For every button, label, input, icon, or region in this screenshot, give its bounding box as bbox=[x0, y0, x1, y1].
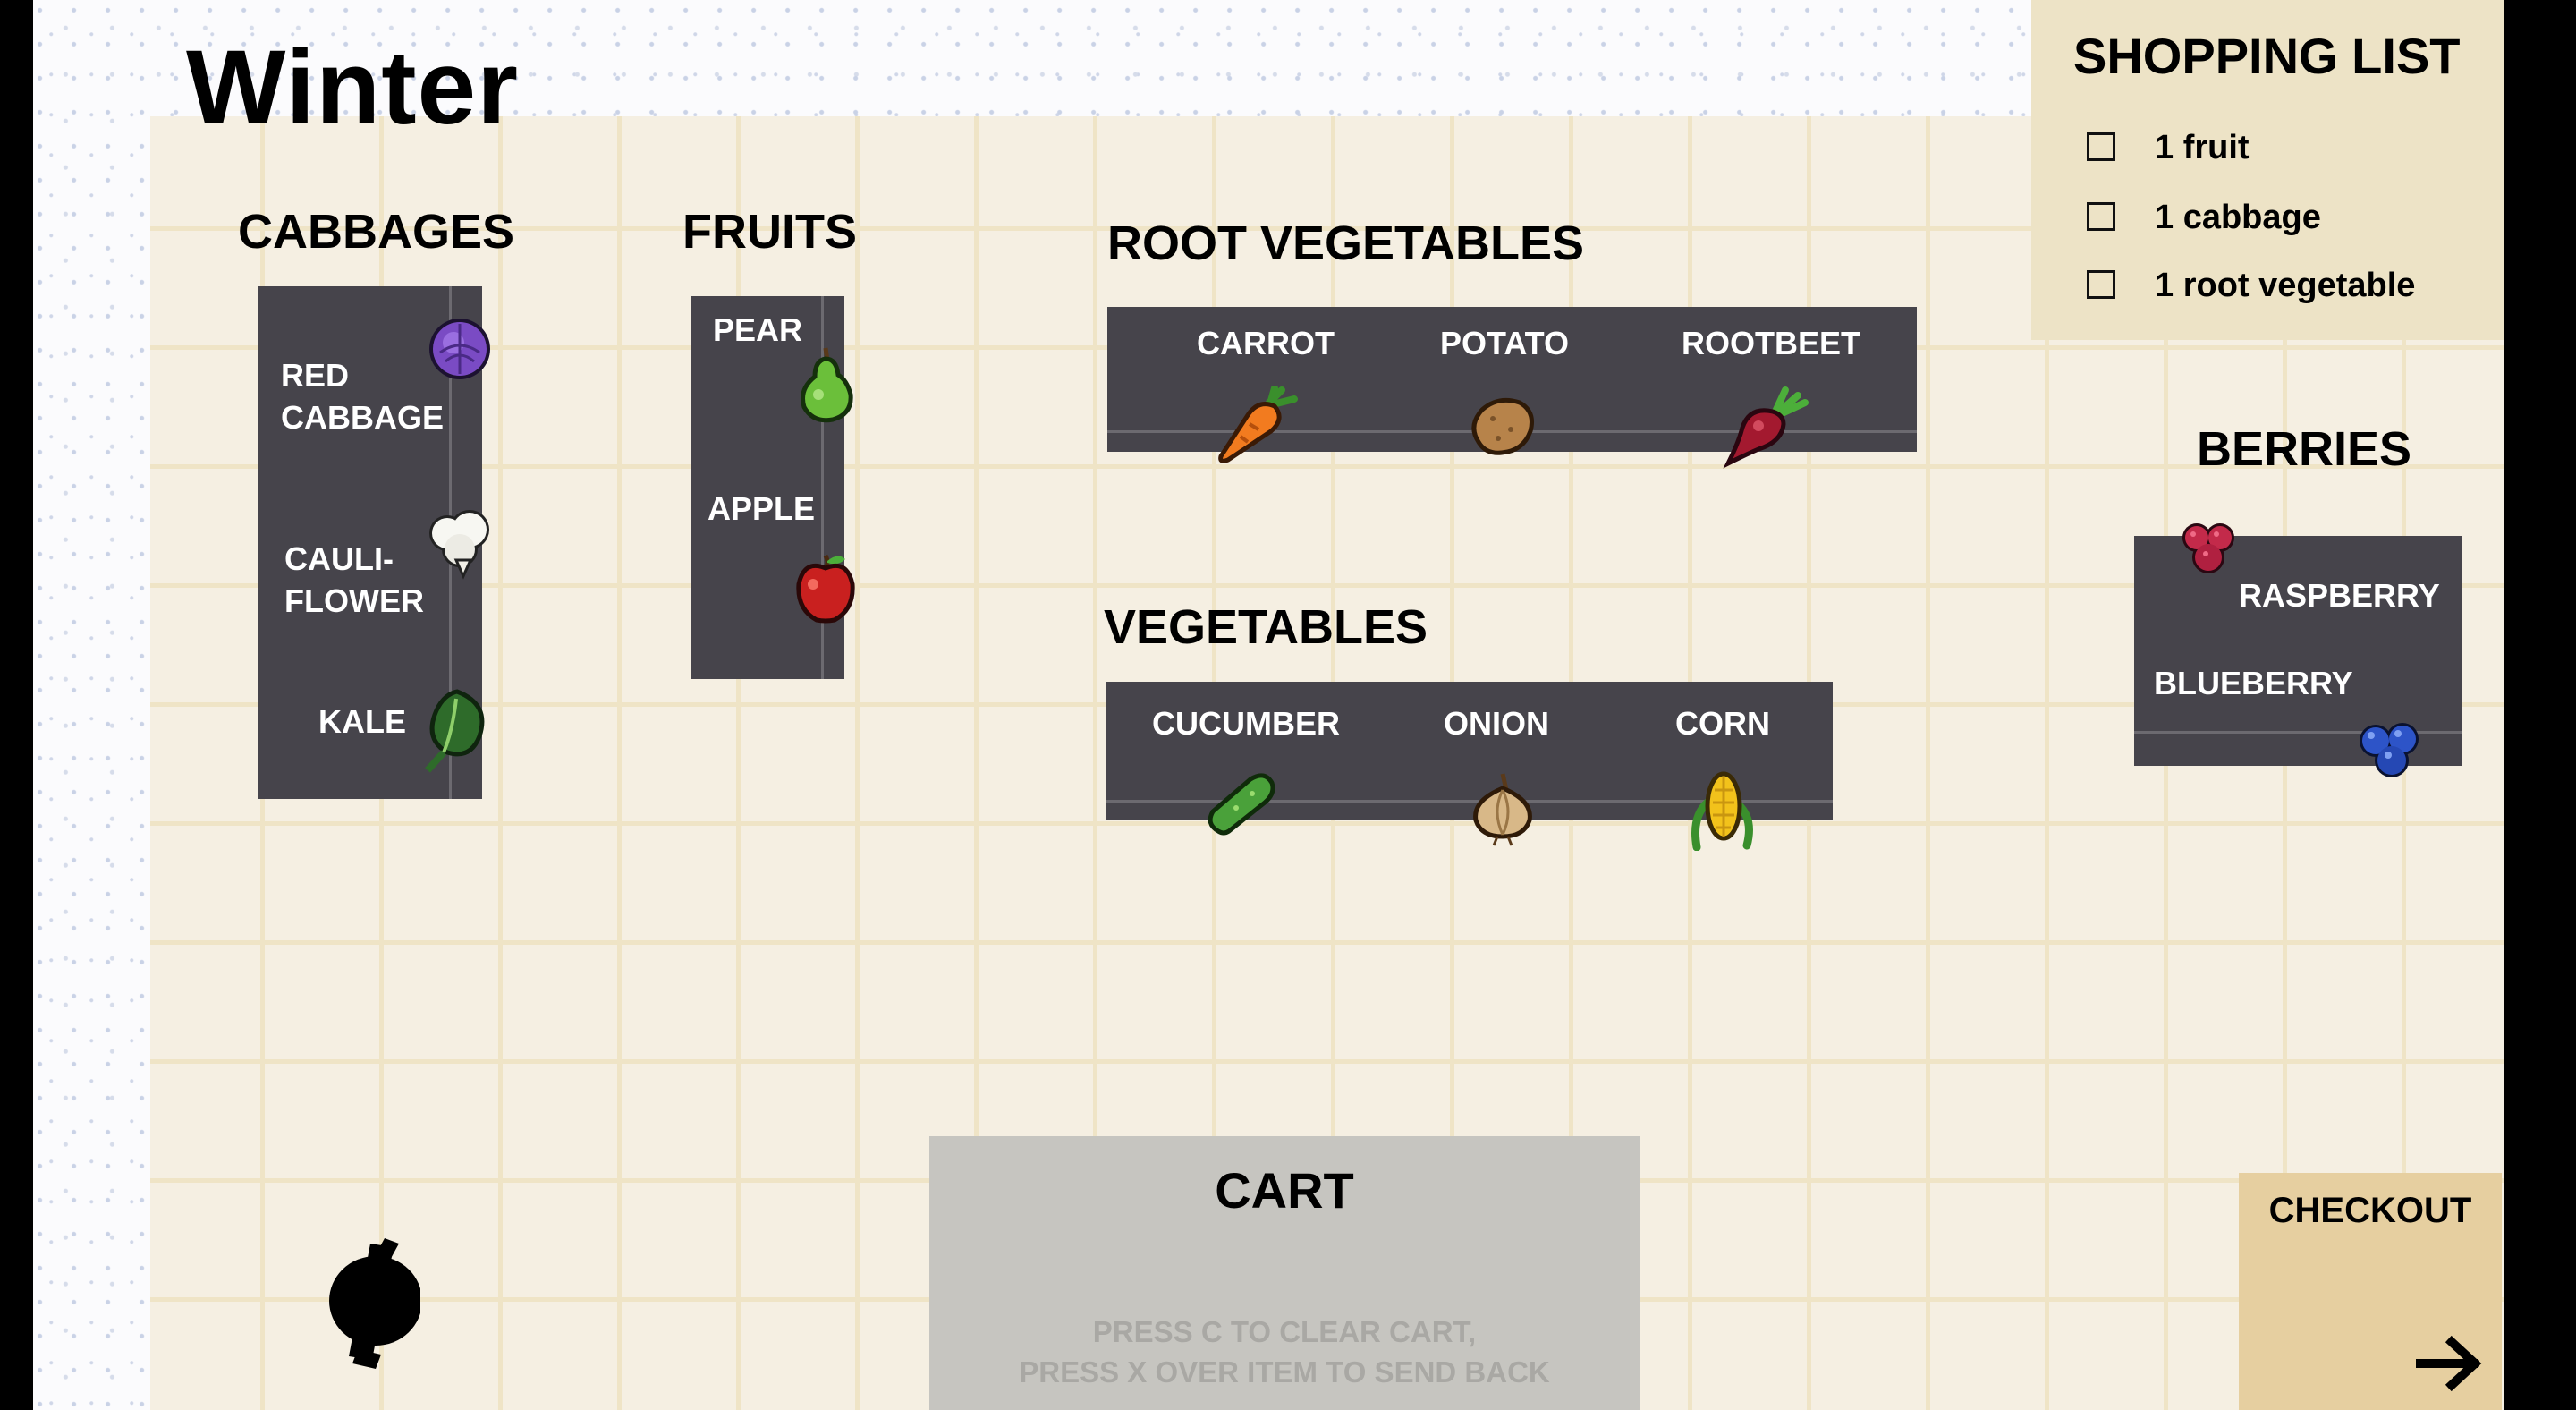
cauliflower-icon bbox=[429, 510, 489, 580]
cart-zone[interactable]: CART PRESS C TO CLEAR CART, PRESS X OVER… bbox=[929, 1136, 1640, 1410]
item-potato[interactable]: POTATO bbox=[1427, 322, 1592, 465]
item-label: CUCUMBER bbox=[1152, 705, 1340, 742]
checkbox bbox=[2087, 132, 2115, 161]
red-cabbage-icon bbox=[429, 319, 490, 379]
item-label: RED CABBAGE bbox=[281, 357, 445, 436]
kale-icon bbox=[425, 689, 485, 773]
shopping-list-panel: SHOPPING LIST 1 fruit 1 cabbage 1 root v… bbox=[2031, 0, 2504, 340]
potato-icon bbox=[1471, 397, 1534, 455]
carrot-icon bbox=[1218, 386, 1298, 463]
apple-icon bbox=[796, 554, 855, 624]
checkout-label: CHECKOUT bbox=[2268, 1191, 2472, 1230]
item-carrot[interactable]: CARROT bbox=[1181, 322, 1351, 465]
cart-hint: PRESS C TO CLEAR CART, PRESS X OVER ITEM… bbox=[929, 1312, 1640, 1392]
pear-icon bbox=[801, 347, 853, 423]
item-label: BLUEBERRY bbox=[2154, 665, 2353, 701]
onion-icon bbox=[1473, 773, 1532, 846]
item-label: PEAR bbox=[713, 311, 803, 348]
player-icon bbox=[329, 1238, 420, 1369]
item-label: POTATO bbox=[1440, 325, 1569, 361]
corn-icon bbox=[1691, 771, 1753, 851]
shopping-list-title: SHOPPING LIST bbox=[2073, 28, 2461, 84]
item-label: ROOTBEET bbox=[1682, 325, 1861, 361]
checkbox bbox=[2087, 202, 2115, 231]
left-border bbox=[0, 0, 33, 1410]
item-blueberry[interactable]: BLUEBERRY bbox=[2134, 662, 2462, 787]
berries-heading: BERRIES bbox=[2197, 422, 2412, 476]
item-label: CAULI- FLOWER bbox=[284, 540, 424, 619]
item-label: KALE bbox=[318, 703, 406, 740]
checkbox bbox=[2087, 270, 2115, 299]
item-raspberry[interactable]: RASPBERRY bbox=[2134, 505, 2462, 622]
raspberry-icon bbox=[2182, 523, 2234, 573]
shopping-list-item-text: 1 root vegetable bbox=[2155, 267, 2416, 304]
item-red-cabbage[interactable]: RED CABBAGE bbox=[259, 319, 490, 456]
item-apple[interactable]: APPLE bbox=[691, 488, 855, 624]
item-label: CARROT bbox=[1197, 325, 1335, 361]
item-label: APPLE bbox=[708, 490, 816, 527]
vegetables-heading: VEGETABLES bbox=[1104, 600, 1428, 654]
item-rootbeet[interactable]: ROOTBEET bbox=[1673, 322, 1869, 474]
cabbages-heading: CABBAGES bbox=[238, 205, 515, 259]
item-cucumber[interactable]: CUCUMBER bbox=[1150, 702, 1347, 845]
cart-title: CART bbox=[1215, 1162, 1354, 1219]
checkout-zone[interactable]: CHECKOUT bbox=[2239, 1173, 2502, 1410]
item-corn[interactable]: CORN bbox=[1659, 702, 1811, 854]
item-pear[interactable]: PEAR bbox=[691, 309, 853, 434]
item-cauliflower[interactable]: CAULI- FLOWER bbox=[259, 510, 489, 640]
level-title: Winter bbox=[186, 29, 520, 147]
cucumber-icon bbox=[1208, 773, 1275, 836]
arrow-right-icon bbox=[2416, 1335, 2482, 1392]
beet-icon bbox=[1723, 386, 1809, 469]
item-label: ONION bbox=[1444, 705, 1550, 742]
shopping-list-item-text: 1 cabbage bbox=[2155, 199, 2321, 236]
item-kale[interactable]: KALE bbox=[259, 689, 485, 774]
fruits-heading: FRUITS bbox=[682, 205, 857, 259]
item-label: RASPBERRY bbox=[2239, 577, 2440, 614]
cart-hint-line-2: PRESS X OVER ITEM TO SEND BACK bbox=[1019, 1355, 1550, 1389]
right-border bbox=[2504, 0, 2576, 1410]
item-onion[interactable]: ONION bbox=[1422, 702, 1592, 846]
blueberry-icon bbox=[2360, 723, 2419, 777]
root-vegetables-heading: ROOT VEGETABLES bbox=[1107, 217, 1585, 270]
shopping-list-item-text: 1 fruit bbox=[2155, 129, 2250, 166]
item-label: CORN bbox=[1675, 705, 1770, 742]
cart-hint-line-1: PRESS C TO CLEAR CART, bbox=[1092, 1315, 1477, 1348]
